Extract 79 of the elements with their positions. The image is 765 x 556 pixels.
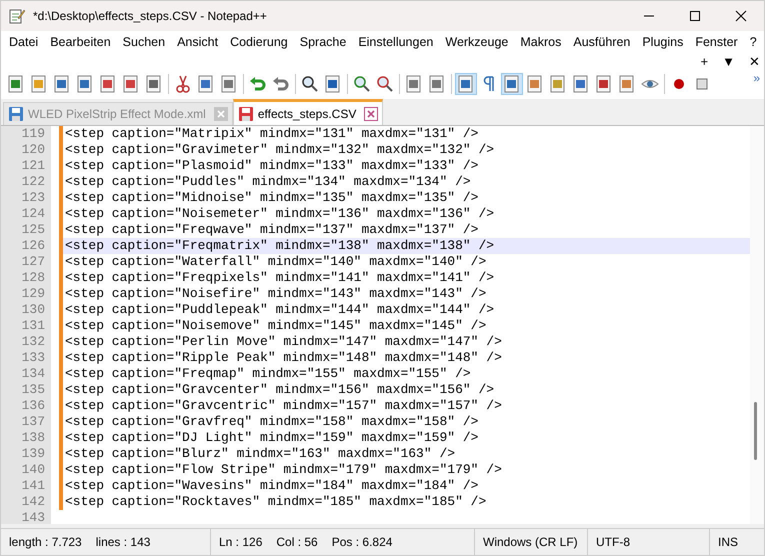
encoding-status: UTF-8: [596, 535, 630, 549]
tab-bar-control[interactable]: ✕: [749, 54, 760, 68]
tab-bar-control[interactable]: +: [700, 54, 708, 68]
menu-item[interactable]: Fenster: [689, 35, 744, 49]
line-number: 134: [7, 366, 51, 382]
eol-status: Windows (CR LF): [483, 535, 578, 549]
code-line: <step caption="Noisemove" mindmx="145" maxdmx="145" />: [65, 318, 486, 333]
code-line: <step caption="Gravfreq" mindmx="158" maxdmx="158" />: [65, 414, 478, 429]
code-line: <step caption="Gravimeter" mindmx="132" maxdmx="132" />: [65, 142, 494, 157]
tab-bar-control[interactable]: ▼: [722, 54, 735, 68]
line-number: 120: [7, 142, 51, 158]
code-line: <step caption="Puddles" mindmx="134" maxdmx="134" />: [65, 174, 471, 189]
code-line: <step caption="Perlin Move" mindmx="147" maxdmx="147" />: [65, 334, 502, 349]
code-line: <step caption="Waterfall" mindmx="140" maxdmx="140" />: [65, 254, 486, 269]
menu-item[interactable]: Sprache: [294, 35, 352, 49]
line-number: 129: [7, 286, 51, 302]
code-line: <step caption="Wavesins" mindmx="184" maxdmx="184" />: [65, 478, 478, 493]
line-number: 132: [7, 334, 51, 350]
line-number: 127: [7, 254, 51, 270]
menu-item[interactable]: Bearbeiten: [44, 35, 117, 49]
code-line: <step caption="Flow Stripe" mindmx="179" maxdmx="179" />: [65, 462, 502, 477]
line-number: 140: [7, 462, 51, 478]
line-number: 143: [7, 510, 51, 524]
line-number: 125: [7, 222, 51, 238]
line-number: 126: [7, 238, 51, 254]
code-line: <step caption="Matripix" mindmx="131" maxdmx="131" />: [65, 126, 478, 141]
close-tab-icon[interactable]: [364, 106, 378, 120]
line-number: 133: [7, 350, 51, 366]
length-status: length : 7.723: [9, 535, 82, 549]
notepad-icon: [9, 8, 25, 24]
menu-item[interactable]: Plugins: [636, 35, 690, 49]
line-number: 139: [7, 446, 51, 462]
line-number: 130: [7, 302, 51, 318]
code-line: <step caption="Freqmap" mindmx="155" maxdmx="155" />: [65, 366, 471, 381]
code-line: <step caption="Gravcenter" mindmx="156" maxdmx="156" />: [65, 382, 494, 397]
menu-item[interactable]: ?: [744, 35, 763, 49]
code-line: <step caption="Ripple Peak" mindmx="148" maxdmx="148" />: [65, 350, 502, 365]
position-status: Pos : 6.824: [332, 535, 392, 549]
insert-mode-status: INS: [718, 535, 738, 549]
line-number: 142: [7, 494, 51, 510]
menu-item[interactable]: Einstellungen: [352, 35, 440, 49]
line-number: 119: [7, 126, 51, 142]
file-tab[interactable]: effects_steps.CSV: [232, 99, 384, 125]
line-number: 141: [7, 478, 51, 494]
code-line: <step caption="Freqpixels" mindmx="141" maxdmx="141" />: [65, 270, 494, 285]
window-title: *d:\Desktop\effects_steps.CSV - Notepad++: [33, 9, 268, 23]
code-line: <step caption="Noisemeter" mindmx="136" maxdmx="136" />: [65, 206, 494, 221]
code-line: <step caption="Puddlepeak" mindmx="144" maxdmx="144" />: [65, 302, 494, 317]
menu-item[interactable]: Datei: [3, 35, 44, 49]
line-number: 131: [7, 318, 51, 334]
line-number: 137: [7, 414, 51, 430]
code-line: <step caption="Gravcentric" mindmx="157" maxdmx="157" />: [65, 398, 502, 413]
line-number: 128: [7, 270, 51, 286]
menu-item[interactable]: Makros: [514, 35, 568, 49]
vertical-scrollbar[interactable]: [750, 126, 764, 524]
code-line: <step caption="Plasmoid" mindmx="133" maxdmx="133" />: [65, 158, 478, 173]
line-status: Ln : 126: [219, 535, 262, 549]
menu-item[interactable]: Werkzeuge: [439, 35, 514, 49]
menu-item[interactable]: Ansicht: [171, 35, 224, 49]
code-line: <step caption="Rocktaves" mindmx="185" maxdmx="185" />: [65, 494, 486, 509]
code-line: <step caption="Freqwave" mindmx="137" maxdmx="137" />: [65, 222, 478, 237]
line-number: 123: [7, 190, 51, 206]
line-number: 135: [7, 382, 51, 398]
code-line: <step caption="DJ Light" mindmx="159" maxdmx="159" />: [65, 430, 478, 445]
line-number: 136: [7, 398, 51, 414]
menu-item[interactable]: Suchen: [116, 35, 172, 49]
menu-item[interactable]: Codierung: [224, 35, 294, 49]
column-status: Col : 56: [276, 535, 318, 549]
line-number: 122: [7, 174, 51, 190]
code-line: <step caption="Noisefire" mindmx="143" maxdmx="143" />: [65, 286, 486, 301]
line-number: 138: [7, 430, 51, 446]
menu-item[interactable]: Ausführen: [567, 35, 636, 49]
lines-status: lines : 143: [96, 535, 150, 549]
code-line: <step caption="Freqmatrix" mindmx="138" maxdmx="138" />: [65, 238, 494, 253]
code-line: <step caption="Blurz" mindmx="163" maxdmx="163" />: [65, 446, 456, 461]
scrollbar-thumb[interactable]: [754, 402, 757, 460]
code-line: <step caption="Midnoise" mindmx="135" maxdmx="135" />: [65, 190, 478, 205]
line-number: 124: [7, 206, 51, 222]
line-number: 121: [7, 158, 51, 174]
